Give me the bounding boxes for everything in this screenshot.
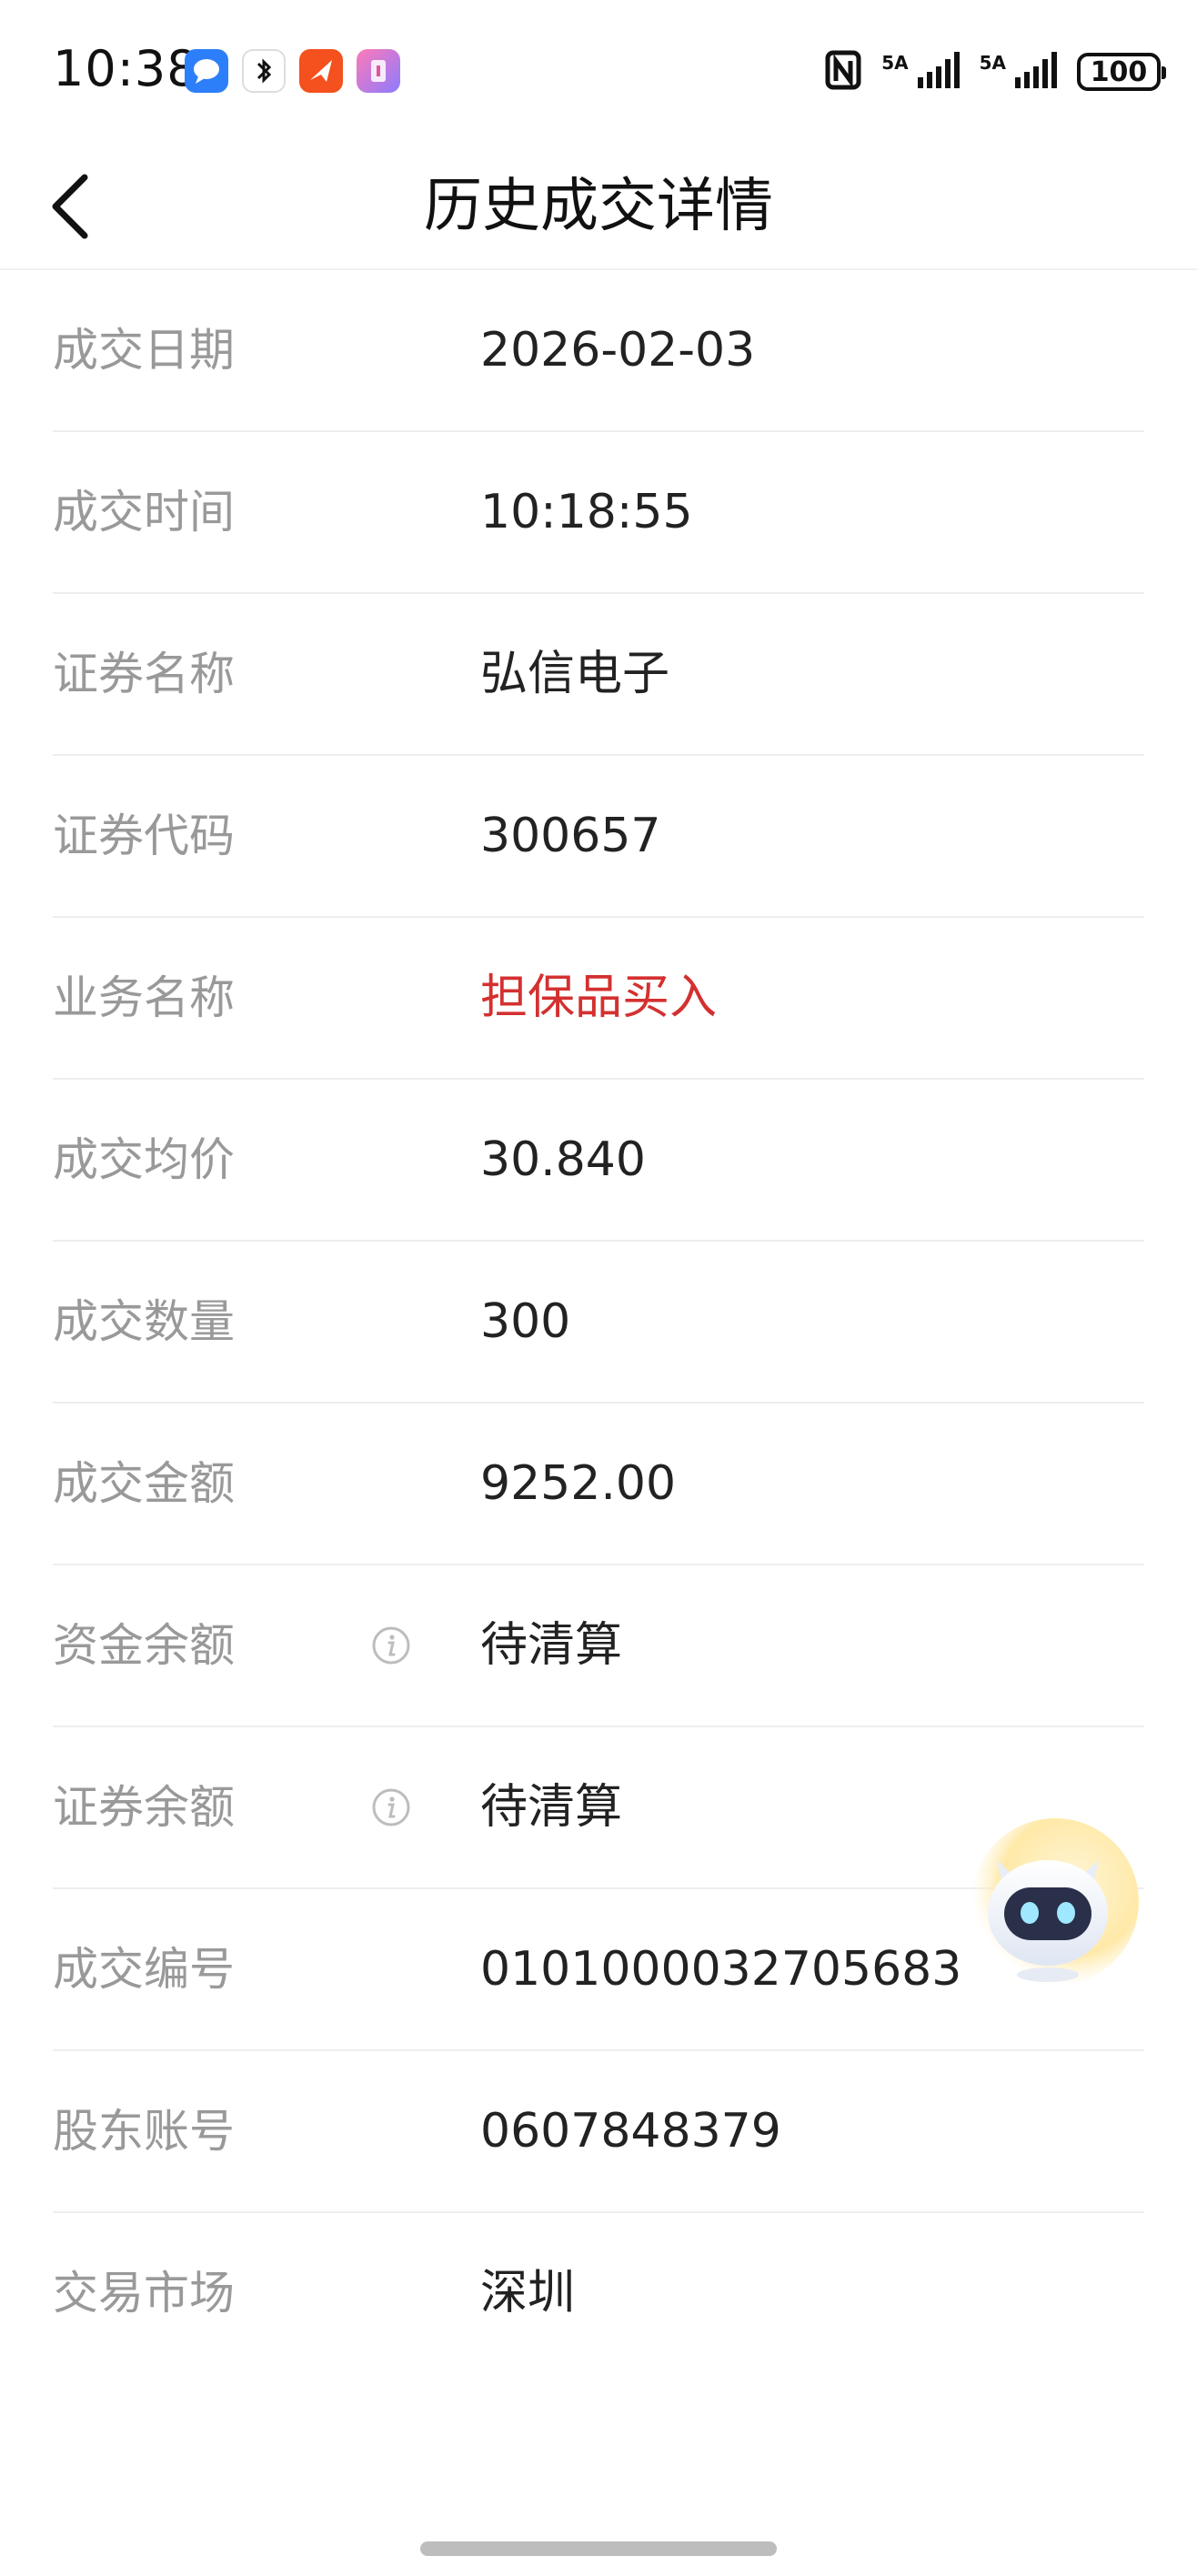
status-bar: 10:38 5A 5A 100 bbox=[0, 0, 1197, 146]
robot-icon bbox=[971, 1818, 1139, 1986]
signal-icon bbox=[916, 50, 960, 94]
detail-value: 9252.00 bbox=[480, 1456, 677, 1511]
battery-level: 100 bbox=[1090, 55, 1148, 88]
messages-app-icon bbox=[185, 49, 228, 93]
detail-label: 证券余额 bbox=[53, 1781, 235, 1834]
detail-value: 深圳 bbox=[480, 2266, 576, 2320]
detail-row-trade-time: 成交时间 10:18:55 bbox=[53, 432, 1144, 594]
battery-icon: 100 bbox=[1077, 53, 1166, 91]
detail-value: 待清算 bbox=[480, 1618, 623, 1673]
detail-row-amount: 成交金额 9252.00 bbox=[53, 1404, 1144, 1565]
detail-label: 成交时间 bbox=[53, 486, 235, 538]
info-icon[interactable] bbox=[371, 1625, 411, 1665]
detail-value: 待清算 bbox=[480, 1780, 623, 1835]
detail-label: 股东账号 bbox=[53, 2105, 235, 2158]
detail-label: 证券名称 bbox=[53, 648, 235, 700]
detail-row-avg-price: 成交均价 30.840 bbox=[53, 1080, 1144, 1242]
detail-list: 成交日期 2026-02-03 成交时间 10:18:55 证券名称 弘信电子 … bbox=[0, 270, 1197, 2373]
page-title: 历史成交详情 bbox=[424, 173, 773, 240]
detail-label: 交易市场 bbox=[53, 2267, 235, 2319]
detail-label: 成交金额 bbox=[53, 1457, 235, 1510]
detail-value: 0607848379 bbox=[480, 2104, 781, 2158]
detail-row-security-name: 证券名称 弘信电子 bbox=[53, 594, 1144, 756]
detail-value: 300 bbox=[480, 1294, 571, 1349]
detail-label: 资金余额 bbox=[53, 1619, 235, 1672]
detail-label: 证券代码 bbox=[53, 810, 235, 862]
chevron-left-icon bbox=[52, 174, 88, 239]
nfc-icon bbox=[825, 50, 861, 94]
detail-value: 2026-02-03 bbox=[480, 323, 756, 377]
nav-bar: 历史成交详情 bbox=[0, 146, 1197, 270]
back-button[interactable] bbox=[33, 166, 106, 247]
detail-row-fund-balance: 资金余额 待清算 bbox=[53, 1565, 1144, 1727]
detail-row-security-code: 证券代码 300657 bbox=[53, 756, 1144, 918]
status-right-icons: 5A 5A 100 bbox=[825, 49, 1166, 95]
detail-row-market: 交易市场 深圳 bbox=[53, 2213, 1144, 2373]
network-label-2: 5A bbox=[979, 52, 1006, 74]
detail-label: 成交均价 bbox=[53, 1133, 235, 1186]
detail-value: 0101000032705683 bbox=[480, 1942, 962, 1997]
detail-label: 成交数量 bbox=[53, 1295, 235, 1348]
detail-label: 成交日期 bbox=[53, 324, 235, 377]
orange-app-icon bbox=[299, 49, 343, 93]
detail-row-trade-date: 成交日期 2026-02-03 bbox=[53, 270, 1144, 432]
info-icon[interactable] bbox=[371, 1787, 411, 1827]
detail-value: 30.840 bbox=[480, 1132, 646, 1187]
bluetooth-app-icon bbox=[242, 49, 286, 93]
detail-value: 300657 bbox=[480, 809, 661, 863]
assistant-robot-button[interactable] bbox=[957, 1815, 1139, 1997]
network-label-1: 5A bbox=[881, 52, 909, 74]
detail-row-business-name: 业务名称 担保品买入 bbox=[53, 918, 1144, 1080]
status-time: 10:38 bbox=[53, 40, 199, 97]
detail-label: 成交编号 bbox=[53, 1943, 235, 1996]
detail-value: 10:18:55 bbox=[480, 485, 693, 539]
detail-value: 担保品买入 bbox=[480, 971, 718, 1025]
detail-row-quantity: 成交数量 300 bbox=[53, 1242, 1144, 1404]
detail-row-shareholder-account: 股东账号 0607848379 bbox=[53, 2051, 1144, 2213]
home-indicator[interactable] bbox=[420, 2541, 777, 2556]
pink-app-icon bbox=[357, 49, 400, 93]
detail-value: 弘信电子 bbox=[480, 647, 670, 701]
signal-icon bbox=[1013, 50, 1057, 94]
detail-label: 业务名称 bbox=[53, 971, 235, 1024]
